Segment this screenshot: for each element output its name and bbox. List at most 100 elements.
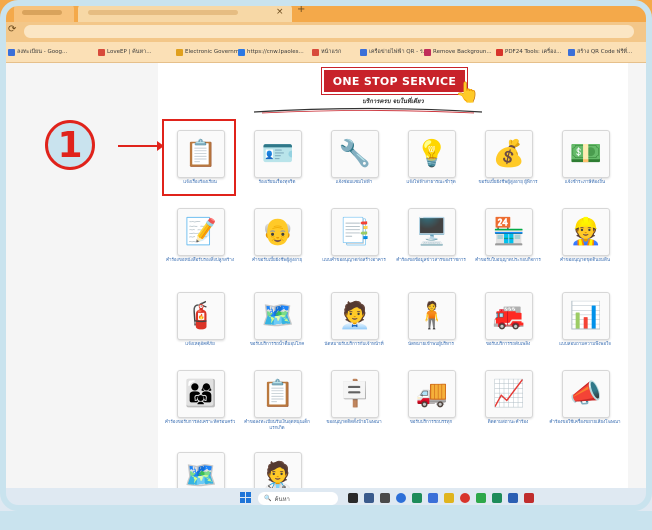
service-label[interactable]: คำขอรับใบอนุญาตประกอบกิจการ xyxy=(472,258,544,264)
service-label[interactable]: ขอรับบริการรถบรรทุก xyxy=(395,420,467,426)
bookmark-item[interactable]: PDF24 Tools: เครื่อง... xyxy=(496,47,561,57)
service-tile[interactable]: 👨‍👩‍👧 คำร้องขอรับการสงเคราะห์ครอบครัว xyxy=(164,370,236,448)
search-placeholder: ค้นหา xyxy=(274,495,290,503)
service-label[interactable]: ติดตามสถานะคำร้อง xyxy=(472,420,544,426)
service-tile[interactable]: 📣 คำร้องขอใช้เครื่องขยายเสียงโฆษณา xyxy=(549,370,621,448)
service-label[interactable]: คำขอลงทะเบียนรับเงินอุดหนุนเด็กแรกเกิด xyxy=(241,420,313,432)
taskbar-search[interactable]: 🔍 ค้นหา xyxy=(258,492,338,505)
store-icon[interactable] xyxy=(412,493,422,503)
browser-tab-active[interactable]: × xyxy=(78,3,292,22)
service-label[interactable]: แจ้งไฟฟ้าสาธารณะชำรุด xyxy=(395,180,467,186)
service-tile[interactable]: 🚚 ขอรับบริการรถบรรทุก xyxy=(395,370,467,448)
service-tile[interactable]: 📝 คำร้องขอหนังสือรับรองสิ่งปลูกสร้าง xyxy=(164,208,236,286)
close-tab-icon[interactable]: × xyxy=(276,7,284,17)
service-icon[interactable]: 💵 xyxy=(562,130,610,178)
service-label[interactable]: คำร้องขอข้อมูลข่าวสารของราชการ xyxy=(395,258,467,264)
service-tile[interactable]: 🔧 แจ้งซ่อมแซมไฟฟ้า xyxy=(318,130,390,208)
service-icon[interactable]: 📝 xyxy=(177,208,225,256)
new-tab-icon[interactable]: + xyxy=(297,4,305,15)
address-bar[interactable] xyxy=(24,25,634,38)
folder-icon[interactable] xyxy=(444,493,454,503)
service-tile[interactable]: 📈 ติดตามสถานะคำร้อง xyxy=(472,370,544,448)
service-label[interactable]: คำร้องขอใช้เครื่องขยายเสียงโฆษณา xyxy=(549,420,621,426)
service-tile[interactable]: 👷 คำขออนุญาตขุดดินถมดิน xyxy=(549,208,621,286)
service-tile[interactable]: 🚒 ขอรับบริการรถดับเพลิง xyxy=(472,292,544,370)
mail-icon[interactable] xyxy=(428,493,438,503)
widgets-icon[interactable] xyxy=(364,493,374,503)
service-icon[interactable]: 👷 xyxy=(562,208,610,256)
site-info-icon[interactable]: ⟳ xyxy=(8,24,16,35)
service-label[interactable]: คำขออนุญาตขุดดินถมดิน xyxy=(549,258,621,264)
service-label[interactable]: แจ้งชำระภาษีท้องถิ่น xyxy=(549,180,621,186)
service-label[interactable]: แบบคำขออนุญาตก่อสร้างอาคาร xyxy=(318,258,390,264)
service-label[interactable]: แบบสอบถามความพึงพอใจ xyxy=(549,342,621,348)
pdf-icon[interactable] xyxy=(524,493,534,503)
service-icon[interactable]: 🧍 xyxy=(408,292,456,340)
service-tile[interactable]: 🪪 ร้องเรียนเรื่องทุจริต xyxy=(241,130,313,208)
service-icon[interactable]: 👴 xyxy=(254,208,302,256)
service-label[interactable]: ขอรับบริการรถน้ำดื่มอุปโภค xyxy=(241,342,313,348)
word-icon[interactable] xyxy=(508,493,518,503)
service-icon[interactable]: 🏪 xyxy=(485,208,533,256)
service-icon[interactable]: 🖥️ xyxy=(408,208,456,256)
service-tile[interactable]: 💡 แจ้งไฟฟ้าสาธารณะชำรุด xyxy=(395,130,467,208)
service-icon[interactable]: 📈 xyxy=(485,370,533,418)
service-tile[interactable]: 🖥️ คำร้องขอข้อมูลข่าวสารของราชการ xyxy=(395,208,467,286)
bookmark-item[interactable]: เครือข่ายไฟฟ้า QR - ร... xyxy=(360,47,428,57)
windows-start-icon[interactable] xyxy=(240,492,252,504)
service-tile[interactable]: 📋 คำขอลงทะเบียนรับเงินอุดหนุนเด็กแรกเกิด xyxy=(241,370,313,448)
bookmark-item[interactable]: ลงทะเบียน - Goog... xyxy=(8,47,67,57)
service-icon[interactable]: 🪪 xyxy=(254,130,302,178)
service-label[interactable]: ขออนุญาตติดตั้งป้ายโฆษณา xyxy=(318,420,390,426)
service-icon[interactable]: 💡 xyxy=(408,130,456,178)
service-tile[interactable]: 🗺️ ขอรับบริการรถน้ำดื่มอุปโภค xyxy=(241,292,313,370)
service-tile[interactable]: 💰 ขอรับเบี้ยยังชีพผู้สูงอายุ ผู้พิการ xyxy=(472,130,544,208)
service-icon[interactable]: 📊 xyxy=(562,292,610,340)
browser-tab[interactable] xyxy=(14,3,74,22)
service-tile[interactable]: 📊 แบบสอบถามความพึงพอใจ xyxy=(549,292,621,370)
service-label[interactable]: ขอรับบริการรถดับเพลิง xyxy=(472,342,544,348)
service-icon[interactable]: 📑 xyxy=(331,208,379,256)
service-icon[interactable]: 🚚 xyxy=(408,370,456,418)
service-tile[interactable]: 📑 แบบคำขออนุญาตก่อสร้างอาคาร xyxy=(318,208,390,286)
service-tile[interactable]: 💵 แจ้งชำระภาษีท้องถิ่น xyxy=(549,130,621,208)
service-label[interactable]: แจ้งเหตุอัคคีภัย xyxy=(164,342,236,348)
service-icon[interactable]: 🧑‍💼 xyxy=(331,292,379,340)
bookmark-item[interactable]: สร้าง QR Code ฟรีที่... xyxy=(568,47,632,57)
line-icon[interactable] xyxy=(476,493,486,503)
service-tile[interactable]: 🏪 คำขอรับใบอนุญาตประกอบกิจการ xyxy=(472,208,544,286)
service-tile[interactable]: 🧑‍💼 นัดหมายรับบริการกับเจ้าหน้าที่ xyxy=(318,292,390,370)
service-icon[interactable]: 📣 xyxy=(562,370,610,418)
service-label[interactable]: คำขอรับเบี้ยยังชีพผู้สูงอายุ xyxy=(241,258,313,264)
service-icon[interactable]: 🚒 xyxy=(485,292,533,340)
service-tile[interactable]: 👴 คำขอรับเบี้ยยังชีพผู้สูงอายุ xyxy=(241,208,313,286)
service-icon[interactable]: 🗺️ xyxy=(254,292,302,340)
edge-icon[interactable] xyxy=(396,493,406,503)
service-label[interactable]: คำร้องขอหนังสือรับรองสิ่งปลูกสร้าง xyxy=(164,258,236,264)
task-view-icon[interactable] xyxy=(348,493,358,503)
service-label[interactable]: ขอรับเบี้ยยังชีพผู้สูงอายุ ผู้พิการ xyxy=(472,180,544,186)
service-tile[interactable]: 🪧 ขออนุญาตติดตั้งป้ายโฆษณา xyxy=(318,370,390,448)
service-icon[interactable]: 👨‍👩‍👧 xyxy=(177,370,225,418)
bookmark-item[interactable]: หน้าแรก xyxy=(312,47,341,57)
excel-icon[interactable] xyxy=(492,493,502,503)
service-icon[interactable]: 📋 xyxy=(254,370,302,418)
service-icon[interactable]: 🧯 xyxy=(177,292,225,340)
service-icon[interactable]: 🔧 xyxy=(331,130,379,178)
chrome-icon[interactable] xyxy=(460,493,470,503)
service-label[interactable]: แจ้งซ่อมแซมไฟฟ้า xyxy=(318,180,390,186)
bookmark-item[interactable]: LoveEP | ค้นหา... xyxy=(98,47,152,57)
bookmark-item[interactable]: https://cnw.lpaoles... xyxy=(238,47,304,57)
file-explorer-icon[interactable] xyxy=(380,493,390,503)
bookmark-item[interactable]: Remove Backgroun... xyxy=(424,47,492,57)
bookmark-item[interactable]: Electronic Governm... xyxy=(176,47,244,57)
service-label[interactable]: คำร้องขอรับการสงเคราะห์ครอบครัว xyxy=(164,420,236,426)
bookmark-label: Remove Backgroun... xyxy=(433,49,492,55)
service-icon[interactable]: 💰 xyxy=(485,130,533,178)
service-label[interactable]: นัดหมายรับบริการกับเจ้าหน้าที่ xyxy=(318,342,390,348)
service-icon[interactable]: 🪧 xyxy=(331,370,379,418)
service-label[interactable]: นัดหมายเข้าพบผู้บริหาร xyxy=(395,342,467,348)
service-tile[interactable]: 🧍 นัดหมายเข้าพบผู้บริหาร xyxy=(395,292,467,370)
service-tile[interactable]: 🧯 แจ้งเหตุอัคคีภัย xyxy=(164,292,236,370)
service-label[interactable]: ร้องเรียนเรื่องทุจริต xyxy=(241,180,313,186)
